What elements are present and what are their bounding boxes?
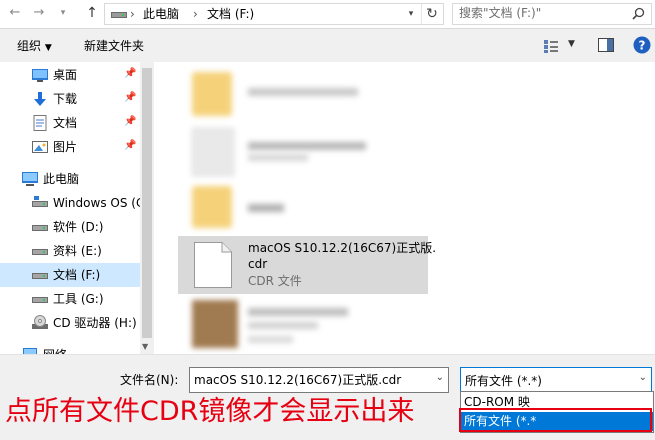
sidebar-item-this-pc[interactable]: 此电脑 (0, 167, 140, 191)
view-dropdown-chevron-icon[interactable]: ▼ (568, 39, 575, 49)
annotation-highlight-box (459, 408, 652, 432)
pin-icon: 📌 (124, 92, 137, 103)
sidebar-item-label: 文档 (53, 116, 78, 130)
blurred-file-name (248, 204, 284, 212)
filename-field[interactable]: ⌄ (189, 367, 449, 393)
file-item[interactable] (178, 68, 428, 120)
file-type-selected-value: 所有文件 (*.*) (465, 374, 542, 388)
sidebar-item-drive-e[interactable]: 资料 (E:) (0, 239, 140, 263)
file-type-label: CDR 文件 (248, 274, 302, 288)
blurred-file-name (248, 308, 348, 316)
network-icon (23, 348, 37, 354)
file-item-cdr-selected[interactable]: macOS S10.12.2(16C67)正式版. cdr CDR 文件 (178, 236, 436, 294)
scroll-down-arrow-icon[interactable]: ▼ (142, 342, 148, 351)
drive-icon (32, 297, 48, 303)
back-arrow-icon[interactable]: ← (6, 4, 24, 22)
sidebar-item-label: 软件 (D:) (53, 220, 104, 234)
sidebar-item-label: Windows OS (C (53, 196, 145, 210)
sidebar-item-downloads[interactable]: 下载 📌 (0, 87, 140, 111)
recent-locations-chevron-icon[interactable]: ▾ (54, 4, 72, 22)
file-item[interactable] (178, 124, 428, 176)
organize-label: 组织 (17, 39, 42, 53)
file-item[interactable] (178, 298, 428, 350)
file-item[interactable] (178, 182, 428, 234)
generic-file-icon (194, 242, 232, 288)
sidebar-item-label: 工具 (G:) (53, 292, 104, 306)
address-dropdown-chevron-icon[interactable]: ▾ (403, 5, 419, 23)
drive-icon (111, 12, 127, 18)
breadcrumb-this-pc[interactable]: 此电脑 (143, 4, 179, 24)
view-options-icon[interactable] (543, 39, 559, 53)
file-type-select[interactable]: 所有文件 (*.*) ⌄ (460, 367, 652, 393)
drive-icon (32, 273, 48, 279)
blurred-file-name (248, 88, 358, 96)
folder-icon (192, 72, 232, 116)
blurred-file-type (248, 336, 293, 343)
sidebar-item-label: 网络 (43, 347, 67, 354)
sidebar-item-desktop[interactable]: 桌面 📌 (0, 63, 140, 87)
refresh-icon[interactable]: ↻ (421, 4, 442, 24)
computer-icon (22, 172, 38, 186)
document-icon (33, 115, 47, 131)
sidebar-item-documents[interactable]: 文档 📌 (0, 111, 140, 135)
file-name-line1: macOS S10.12.2(16C67)正式版. (248, 241, 437, 255)
sidebar-item-label: 桌面 (53, 68, 78, 82)
sidebar-item-label: 文档 (F:) (53, 268, 101, 282)
chevron-down-icon: ⌄ (638, 372, 647, 383)
blurred-file-name (248, 142, 366, 150)
forward-arrow-icon[interactable]: → (30, 4, 48, 22)
scrollbar-thumb[interactable] (142, 68, 152, 338)
file-icon (192, 128, 234, 176)
blurred-file-type (248, 154, 308, 161)
drive-icon (32, 196, 48, 207)
folder-icon (192, 186, 232, 228)
breadcrumb-drive-f[interactable]: 文档 (F:) (207, 4, 254, 24)
filename-input[interactable] (194, 371, 420, 388)
sidebar-item-label: 下载 (53, 92, 78, 106)
download-icon (34, 92, 46, 106)
filename-history-chevron-icon[interactable]: ⌄ (436, 372, 444, 383)
pin-icon: 📌 (124, 140, 137, 151)
sidebar-item-label: 图片 (53, 140, 78, 154)
sidebar-item-drive-c[interactable]: Windows OS (C (0, 191, 144, 215)
command-bar: 组织 ▼ 新建文件夹 ▼ ? (0, 29, 655, 62)
sidebar-item-label: CD 驱动器 (H:) (53, 316, 137, 330)
picture-icon (32, 141, 48, 153)
search-box[interactable] (452, 3, 652, 25)
file-list: macOS S10.12.2(16C67)正式版. cdr CDR 文件 (160, 62, 655, 354)
breadcrumb-separator-icon: › (130, 7, 135, 21)
navigation-pane: 桌面 📌 下载 📌 文档 📌 图片 📌 此电脑 Windows OS (C 软件… (0, 62, 155, 354)
filename-label: 文件名(N): (120, 373, 179, 387)
image-thumbnail-icon (192, 300, 238, 348)
sidebar-item-label: 资料 (E:) (53, 244, 102, 258)
sidebar-item-cd-drive-h[interactable]: CD 驱动器 (H:) (0, 311, 140, 335)
annotation-caption: 点所有文件CDR镜像才会显示出来 (5, 396, 415, 427)
help-icon[interactable]: ? (633, 36, 651, 54)
search-icon[interactable] (632, 7, 645, 20)
address-box[interactable]: › 此电脑 › 文档 (F:) ▾ ↻ (104, 3, 444, 25)
sidebar-item-label: 此电脑 (43, 172, 80, 186)
sidebar-item-drive-d[interactable]: 软件 (D:) (0, 215, 140, 239)
sidebar-item-pictures[interactable]: 图片 📌 (0, 135, 140, 159)
drive-icon (32, 225, 48, 231)
new-folder-button[interactable]: 新建文件夹 (84, 38, 144, 54)
file-name-line2: cdr (248, 257, 268, 271)
pin-icon: 📌 (124, 116, 137, 127)
up-arrow-icon[interactable]: ↑ (83, 4, 101, 22)
chevron-down-icon: ▼ (44, 43, 52, 53)
drive-icon (32, 249, 48, 255)
sidebar-item-network[interactable]: 网络 (0, 343, 140, 354)
preview-pane-icon[interactable] (598, 38, 614, 52)
address-toolbar: ← → ▾ ↑ › 此电脑 › 文档 (F:) ▾ ↻ (0, 0, 655, 29)
svg-text:?: ? (639, 39, 646, 53)
sidebar-item-drive-f[interactable]: 文档 (F:) (0, 263, 140, 287)
blurred-file-name (248, 322, 318, 329)
cd-drive-icon (32, 315, 48, 329)
breadcrumb-separator-icon: › (193, 7, 198, 21)
desktop-icon (32, 69, 48, 82)
sidebar-item-drive-g[interactable]: 工具 (G:) (0, 287, 140, 311)
organize-button[interactable]: 组织 ▼ (17, 38, 52, 54)
pin-icon: 📌 (124, 68, 137, 79)
search-input[interactable] (459, 4, 631, 22)
